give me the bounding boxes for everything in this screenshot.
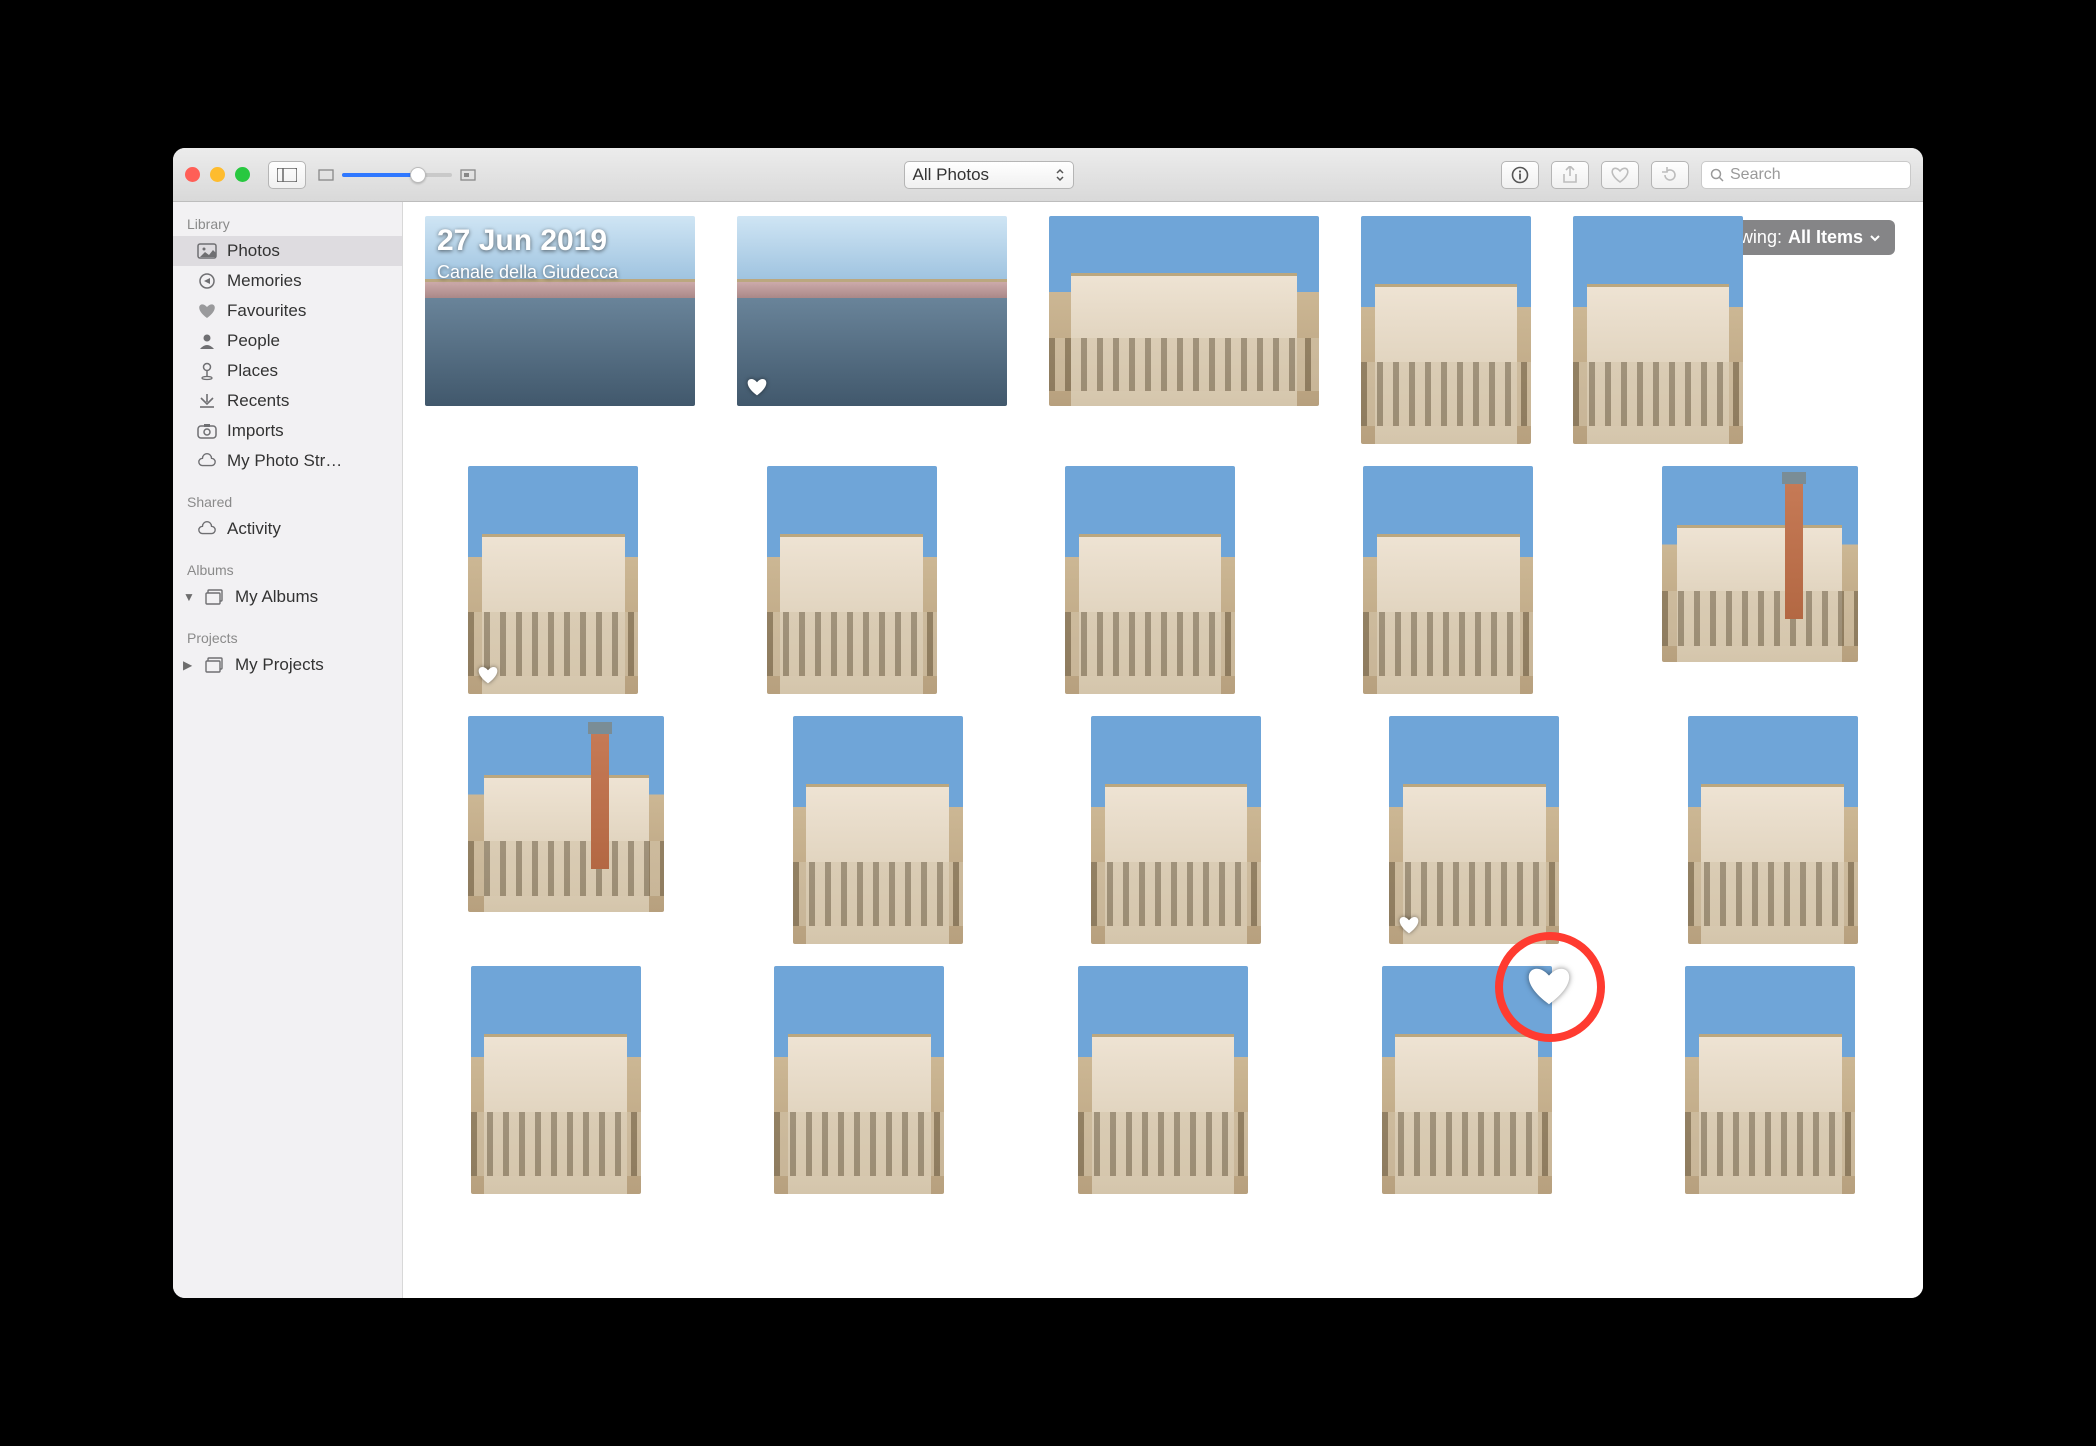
- sidebar-item-imports[interactable]: Imports: [173, 416, 402, 446]
- moment-header[interactable]: 27 Jun 2019 Canale della Giudecca: [437, 224, 618, 283]
- window-controls: [185, 167, 250, 182]
- search-placeholder: Search: [1730, 166, 1781, 184]
- photo-thumbnail[interactable]: [767, 466, 937, 694]
- photo-thumbnail[interactable]: [1078, 966, 1248, 1194]
- photo-thumbnail[interactable]: [774, 966, 944, 1194]
- sidebar-item-label: Memories: [227, 271, 302, 291]
- moment-date: 27 Jun 2019: [437, 224, 618, 258]
- photo-thumbnail[interactable]: [1065, 466, 1235, 694]
- fullscreen-window-button[interactable]: [235, 167, 250, 182]
- photo-thumbnail[interactable]: [1363, 466, 1533, 694]
- heart-icon: [197, 302, 217, 320]
- imports-icon: [197, 423, 217, 439]
- zoom-out-icon: [318, 169, 334, 181]
- sidebar-icon: [277, 168, 297, 182]
- info-icon: [1511, 166, 1529, 184]
- memories-icon: [197, 272, 217, 290]
- sidebar-item-label: Places: [227, 361, 278, 381]
- sidebar-item-label: People: [227, 331, 280, 351]
- recents-icon: [197, 392, 217, 410]
- select-arrows-icon: [1055, 167, 1065, 183]
- search-field[interactable]: Search: [1701, 161, 1911, 189]
- share-button[interactable]: [1551, 161, 1589, 189]
- sidebar-item-my-projects[interactable]: ▶ My Projects: [173, 650, 402, 680]
- favourite-button[interactable]: [1601, 161, 1639, 189]
- places-icon: [197, 361, 217, 381]
- disclosure-triangle-down-icon[interactable]: ▼: [183, 590, 195, 604]
- search-icon: [1710, 168, 1724, 182]
- sidebar-item-memories[interactable]: Memories: [173, 266, 402, 296]
- info-button[interactable]: [1501, 161, 1539, 189]
- photo-thumbnail[interactable]: [737, 216, 1007, 406]
- zoom-slider-knob[interactable]: [410, 167, 426, 183]
- zoom-in-icon: [460, 169, 476, 181]
- sidebar-item-places[interactable]: Places: [173, 356, 402, 386]
- sidebar-item-label: Activity: [227, 519, 281, 539]
- disclosure-triangle-right-icon[interactable]: ▶: [183, 658, 195, 672]
- photo-thumbnail[interactable]: [1685, 966, 1855, 1194]
- sidebar-item-people[interactable]: People: [173, 326, 402, 356]
- photo-thumbnail[interactable]: [468, 716, 664, 912]
- photo-thumbnail[interactable]: [793, 716, 963, 944]
- heart-icon: [1610, 166, 1630, 184]
- sidebar-item-label: Recents: [227, 391, 289, 411]
- sidebar-toggle-button[interactable]: [268, 161, 306, 189]
- sidebar-item-label: My Projects: [235, 655, 324, 675]
- photos-app-window: All Photos Search Library Photos: [173, 148, 1923, 1298]
- photo-thumbnail[interactable]: [1091, 716, 1261, 944]
- cloud-icon: [197, 453, 217, 469]
- people-icon: [197, 332, 217, 350]
- moment-location: Canale della Giudecca: [437, 262, 618, 283]
- photo-thumbnail[interactable]: [471, 966, 641, 1194]
- sidebar-header-projects: Projects: [173, 624, 402, 650]
- sidebar-item-label: Favourites: [227, 301, 306, 321]
- photo-grid-area: 27 Jun 2019 Canale della Giudecca Showin…: [403, 202, 1923, 1298]
- share-icon: [1562, 166, 1578, 184]
- photo-thumbnail[interactable]: [1361, 216, 1531, 444]
- sidebar-header-shared: Shared: [173, 488, 402, 514]
- sidebar-header-albums: Albums: [173, 556, 402, 582]
- view-filter-select[interactable]: All Photos: [904, 161, 1074, 189]
- zoom-slider-track[interactable]: [342, 173, 452, 177]
- zoom-control[interactable]: [318, 169, 476, 181]
- sidebar-item-photo-stream[interactable]: My Photo Str…: [173, 446, 402, 476]
- photo-thumbnail[interactable]: [468, 466, 638, 694]
- album-icon: [205, 589, 225, 605]
- project-icon: [205, 657, 225, 673]
- minimize-window-button[interactable]: [210, 167, 225, 182]
- photos-icon: [197, 243, 217, 259]
- sidebar-item-activity[interactable]: Activity: [173, 514, 402, 544]
- rotate-icon: [1661, 166, 1679, 184]
- titlebar: All Photos Search: [173, 148, 1923, 202]
- cloud-icon: [197, 521, 217, 537]
- favourite-badge-icon: [1397, 914, 1421, 936]
- sidebar-header-library: Library: [173, 210, 402, 236]
- close-window-button[interactable]: [185, 167, 200, 182]
- annotation-heart-icon: [1523, 962, 1575, 1010]
- favourite-badge-icon: [745, 376, 769, 398]
- sidebar-item-photos[interactable]: Photos: [173, 236, 402, 266]
- photo-thumbnail[interactable]: [1662, 466, 1858, 662]
- photo-thumbnail[interactable]: [1573, 216, 1743, 444]
- photo-thumbnail[interactable]: [1688, 716, 1858, 944]
- sidebar-item-label: Imports: [227, 421, 284, 441]
- photo-thumbnail[interactable]: [1389, 716, 1559, 944]
- sidebar-item-label: Photos: [227, 241, 280, 261]
- sidebar-item-recents[interactable]: Recents: [173, 386, 402, 416]
- sidebar-item-favourites[interactable]: Favourites: [173, 296, 402, 326]
- favourite-badge-icon: [476, 664, 500, 686]
- sidebar-item-label: My Albums: [235, 587, 318, 607]
- view-filter-label: All Photos: [913, 165, 990, 185]
- sidebar: Library Photos Memories Favourites Peopl…: [173, 202, 403, 1298]
- rotate-button[interactable]: [1651, 161, 1689, 189]
- sidebar-item-label: My Photo Str…: [227, 451, 342, 471]
- sidebar-item-my-albums[interactable]: ▼ My Albums: [173, 582, 402, 612]
- photo-thumbnail[interactable]: [1049, 216, 1319, 406]
